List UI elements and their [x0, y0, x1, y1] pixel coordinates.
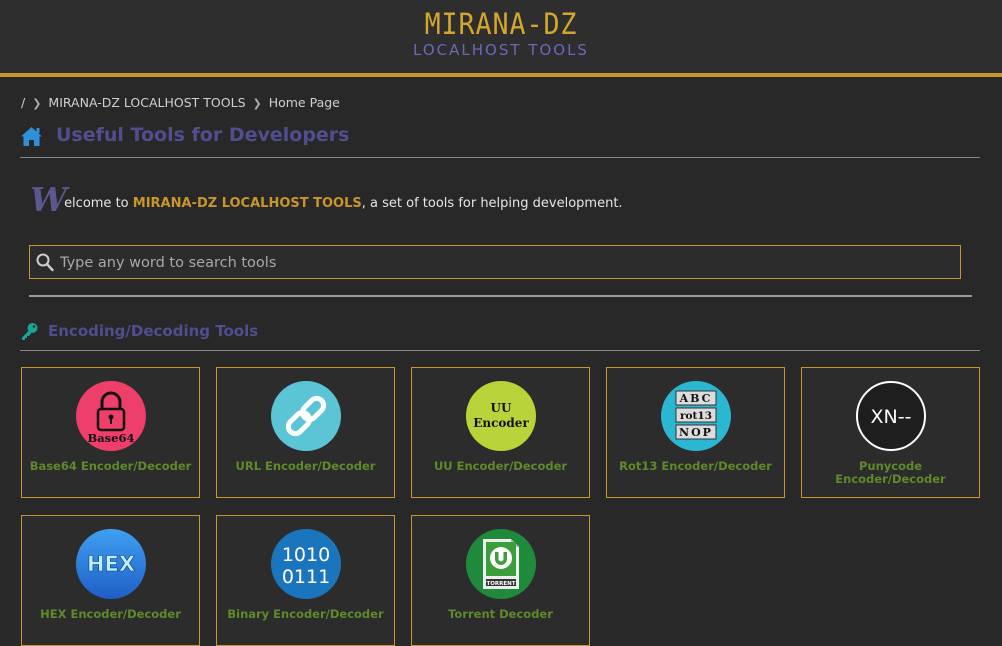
- section-title: Encoding/Decoding Tools: [48, 322, 259, 340]
- svg-text:ABC: ABC: [679, 392, 713, 405]
- tool-card-punycode[interactable]: XN-- Punycode Encoder/Decoder: [801, 367, 980, 498]
- link-chain-icon: [271, 381, 341, 451]
- tool-card-uu[interactable]: UU Encoder UU Encoder/Decoder: [411, 367, 590, 498]
- tool-label-line2: Encoder/Decoder: [835, 472, 946, 486]
- svg-text:XN--: XN--: [871, 406, 912, 428]
- tool-card-torrent[interactable]: TORRENT Torrent Decoder: [411, 515, 590, 646]
- search-icon: [36, 253, 54, 272]
- tool-label: Binary Encoder/Decoder: [227, 607, 384, 621]
- welcome-before: elcome to: [64, 196, 133, 211]
- tool-card-url[interactable]: URL Encoder/Decoder: [216, 367, 395, 498]
- page-title: Useful Tools for Developers: [56, 124, 350, 146]
- tool-label: Rot13 Encoder/Decoder: [619, 459, 772, 473]
- site-header: MIRANA-DZ LOCALHOST TOOLS: [0, 0, 1002, 77]
- home-icon: [21, 127, 42, 146]
- welcome-text: Welcome to MIRANA-DZ LOCALHOST TOOLS, a …: [30, 180, 623, 219]
- svg-text:0111: 0111: [282, 566, 330, 588]
- svg-text:NOP: NOP: [679, 426, 713, 439]
- tool-label: Punycode Encoder/Decoder: [802, 460, 979, 486]
- breadcrumb-current: Home Page: [268, 95, 340, 110]
- search-input[interactable]: [58, 246, 958, 280]
- tool-label: URL Encoder/Decoder: [235, 459, 376, 473]
- tool-card-base64[interactable]: Base64 Base64 Encoder/Decoder: [21, 367, 200, 498]
- svg-text:1010: 1010: [282, 544, 330, 566]
- section-heading: Encoding/Decoding Tools: [20, 318, 980, 351]
- uu-encoder-icon: UU Encoder: [466, 381, 536, 451]
- breadcrumb-site[interactable]: MIRANA-DZ LOCALHOST TOOLS: [48, 95, 245, 110]
- tool-card-hex[interactable]: HEX HEX Encoder/Decoder: [21, 515, 200, 646]
- hex-icon: HEX: [76, 529, 146, 599]
- search-box: [29, 245, 961, 280]
- breadcrumb: / ❯ MIRANA-DZ LOCALHOST TOOLS ❯ Home Pag…: [21, 95, 340, 110]
- page-heading: Useful Tools for Developers: [20, 124, 980, 158]
- svg-text:Encoder: Encoder: [473, 416, 529, 430]
- tool-card-binary[interactable]: 1010 0111 Binary Encoder/Decoder: [216, 515, 395, 646]
- chevron-right-icon: ❯: [252, 97, 262, 110]
- brand-subtitle: LOCALHOST TOOLS: [413, 41, 589, 59]
- tool-label: HEX Encoder/Decoder: [40, 607, 181, 621]
- welcome-brand: MIRANA-DZ LOCALHOST TOOLS: [132, 196, 362, 211]
- svg-text:UU: UU: [491, 401, 512, 415]
- torrent-icon: TORRENT: [466, 529, 536, 599]
- binary-icon: 1010 0111: [271, 529, 341, 599]
- punycode-icon: XN--: [856, 381, 926, 451]
- welcome-after: , a set of tools for helping development…: [361, 196, 623, 211]
- svg-text:TORRENT: TORRENT: [486, 581, 515, 587]
- base64-icon-text: Base64: [88, 431, 135, 445]
- tool-card-rot13[interactable]: ABC rot13 NOP Rot13 Encoder/Decoder: [606, 367, 785, 498]
- key-icon: [22, 323, 38, 340]
- tool-label: UU Encoder/Decoder: [433, 459, 568, 473]
- chevron-right-icon: ❯: [32, 97, 42, 110]
- tool-label: Torrent Decoder: [448, 607, 553, 621]
- rot13-icon: ABC rot13 NOP: [661, 381, 731, 451]
- welcome-dropcap: W: [30, 180, 67, 219]
- search-divider: [29, 295, 972, 297]
- breadcrumb-root[interactable]: /: [21, 95, 25, 110]
- tool-label: Base64 Encoder/Decoder: [29, 459, 192, 473]
- base64-lock-icon: Base64: [76, 381, 146, 451]
- svg-text:rot13: rot13: [680, 410, 712, 422]
- brand-title[interactable]: MIRANA-DZ: [40, 7, 962, 41]
- svg-text:HEX: HEX: [87, 552, 135, 576]
